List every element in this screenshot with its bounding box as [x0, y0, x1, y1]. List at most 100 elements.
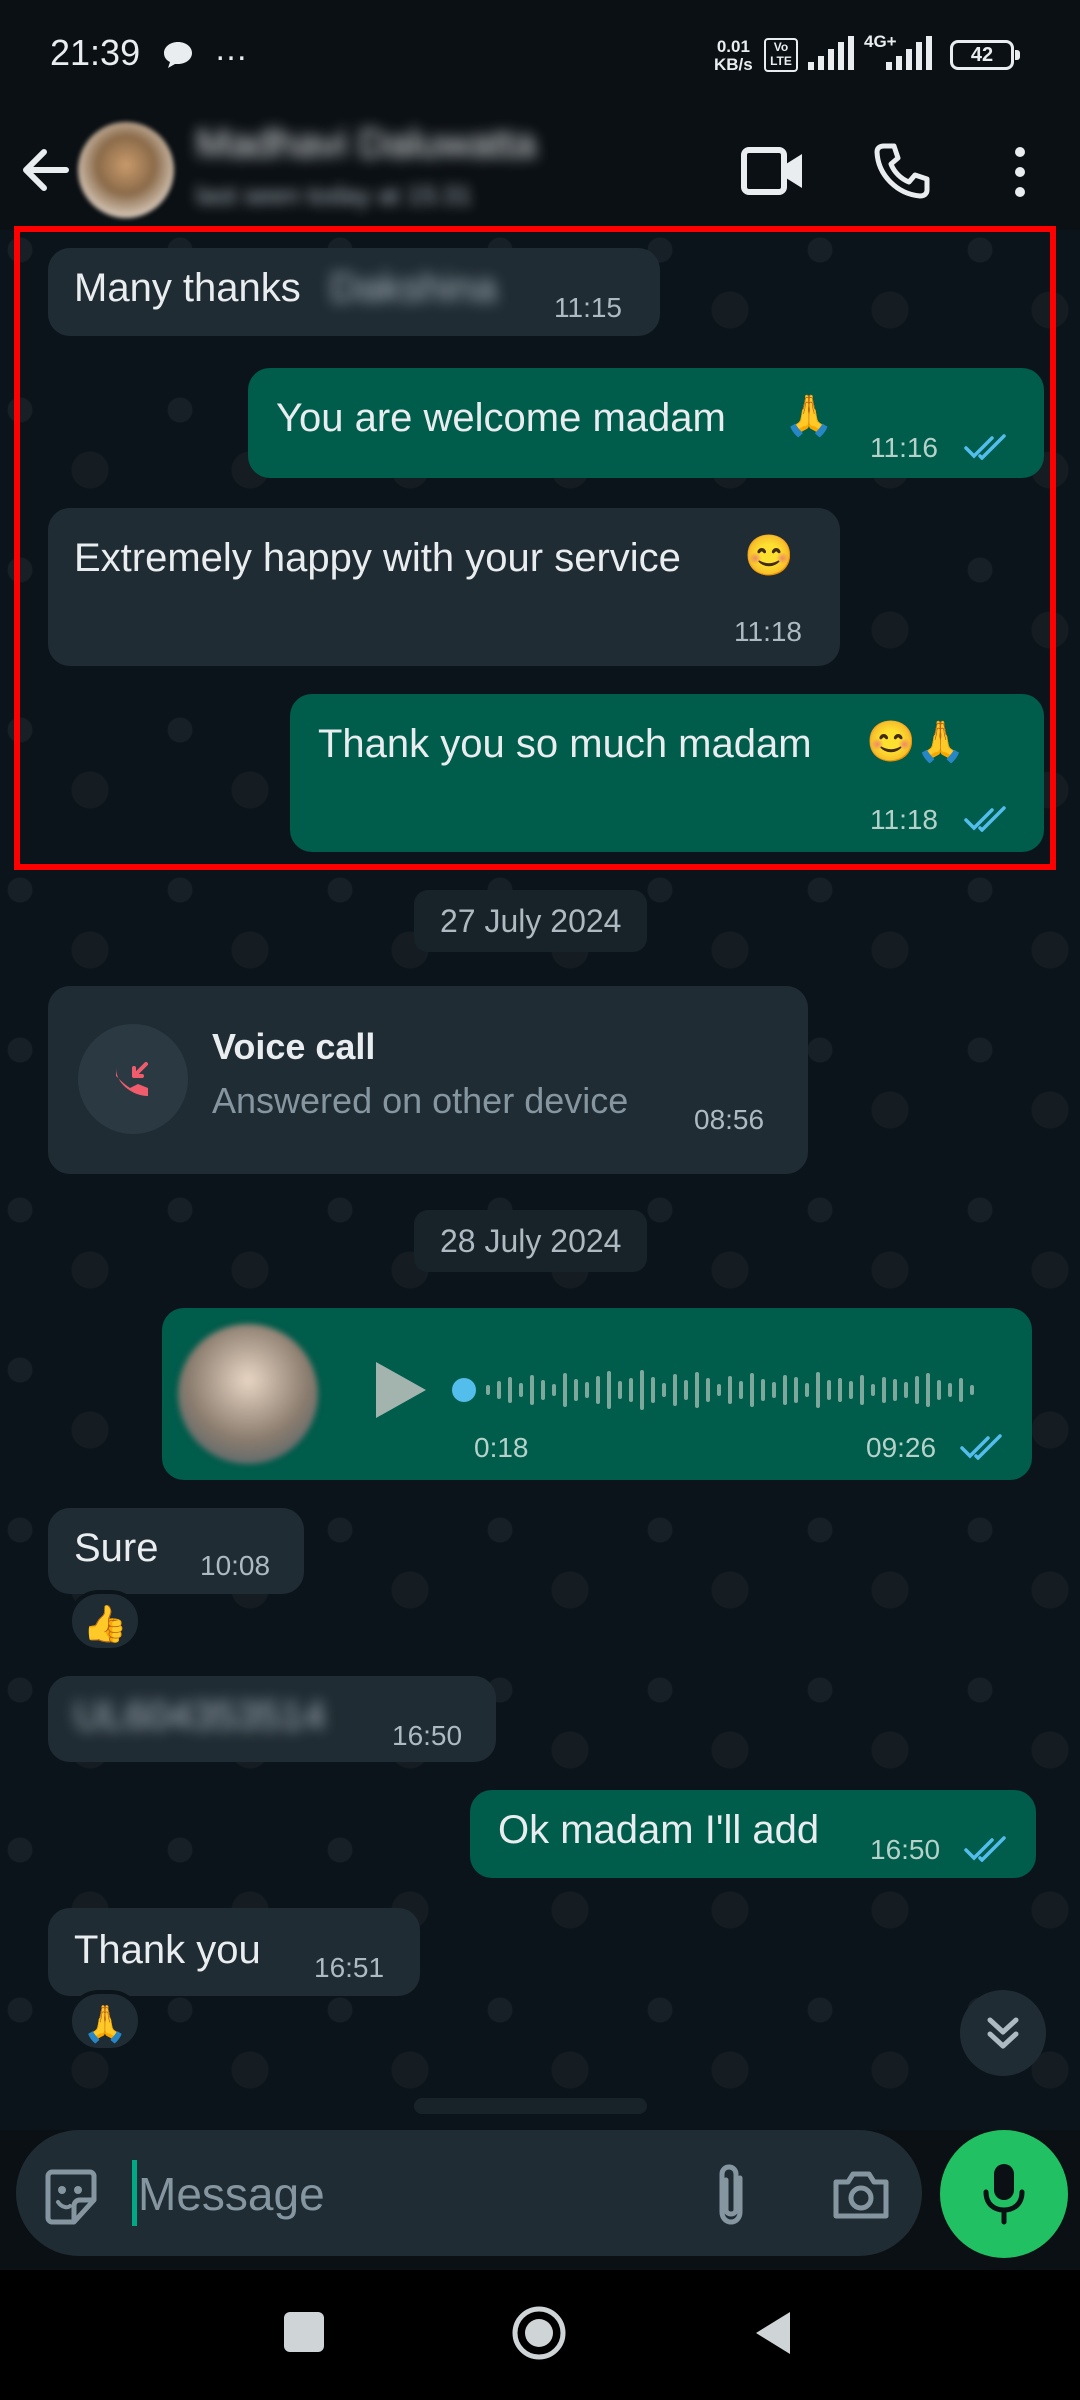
waveform-bar	[596, 1376, 600, 1404]
highlight-box	[14, 226, 1056, 870]
waveform-bar	[563, 1373, 567, 1407]
waveform-bar	[761, 1379, 765, 1401]
reaction-thumbs-up[interactable]: 👍	[68, 1590, 142, 1652]
waveform-bar	[948, 1383, 952, 1397]
voice-waveform[interactable]	[452, 1360, 992, 1420]
message-time: 16:50	[392, 1720, 463, 1751]
waveform-bar	[970, 1385, 974, 1395]
waveform-bar	[607, 1371, 611, 1409]
incoming-message[interactable]: Sure 10:08	[48, 1508, 304, 1594]
status-time: 21:39	[50, 32, 141, 73]
waveform-bar	[882, 1377, 886, 1403]
waveform-bar	[585, 1382, 589, 1398]
waveform-bar	[783, 1375, 787, 1405]
voice-record-button[interactable]	[940, 2130, 1068, 2258]
waveform-bar	[871, 1384, 875, 1396]
date-divider: 28 July 2024	[414, 1210, 648, 1272]
volte-icon: Vo LTE	[764, 38, 798, 72]
paperclip-icon[interactable]	[706, 2160, 756, 2232]
waveform-bar	[904, 1382, 908, 1398]
waveform-bar	[541, 1380, 545, 1400]
signal-strength-2-icon	[886, 36, 932, 70]
waveform-bar	[574, 1379, 578, 1401]
message-time: 10:08	[200, 1550, 271, 1581]
sticker-icon[interactable]	[40, 2166, 102, 2228]
incoming-message[interactable]: UL604353514 16:50	[48, 1676, 496, 1762]
waveform-bar	[937, 1380, 941, 1400]
message-time: 09:26	[866, 1432, 937, 1463]
waveform-bar	[486, 1385, 490, 1395]
waveform-bar	[651, 1377, 655, 1403]
incoming-message[interactable]: Thank you 16:51	[48, 1908, 420, 1996]
recents-button[interactable]	[284, 2312, 324, 2352]
contact-avatar[interactable]	[78, 122, 174, 218]
waveform-bar	[673, 1374, 677, 1406]
waveform-bar	[915, 1376, 919, 1404]
back-arrow-icon[interactable]	[18, 140, 72, 200]
missed-call-icon	[116, 1062, 148, 1096]
date-divider-partial: 29 July 2024	[414, 2098, 648, 2114]
waveform-bar	[794, 1377, 798, 1403]
microphone-icon	[983, 2164, 1025, 2225]
reaction-folded-hands[interactable]: 🙏	[68, 1990, 142, 2052]
voice-duration: 0:18	[474, 1432, 529, 1463]
chevron-double-down-icon	[987, 2017, 1019, 2049]
waveform-bar	[640, 1370, 644, 1410]
double-check-icon	[964, 1836, 1006, 1862]
back-button[interactable]	[752, 2308, 794, 2358]
message-text: Ok madam I'll add	[498, 1808, 820, 1852]
signal-strength-icon	[808, 36, 854, 70]
waveform-bar	[838, 1378, 842, 1402]
phone-icon[interactable]	[872, 140, 932, 202]
waveform-bar	[827, 1380, 831, 1400]
waveform-bar	[717, 1384, 721, 1396]
waveform-bar	[816, 1372, 820, 1408]
home-button[interactable]	[510, 2304, 568, 2362]
waveform-bar	[519, 1383, 523, 1397]
waveform-bar	[805, 1383, 809, 1397]
waveform-bar	[739, 1381, 743, 1399]
last-seen-status: last seen today at 15:31	[196, 180, 473, 210]
scroll-to-bottom-button[interactable]	[960, 1990, 1046, 2076]
message-text: Thank you	[74, 1928, 261, 1972]
message-time: 16:51	[314, 1952, 385, 1983]
waveform-bar	[530, 1375, 534, 1405]
voice-note-avatar	[178, 1324, 318, 1464]
network-speed-unit: KB/s	[714, 55, 753, 74]
video-call-icon[interactable]	[740, 140, 806, 202]
more-vert-icon[interactable]	[1000, 140, 1040, 204]
waveform-bar	[728, 1376, 732, 1404]
message-time: 16:50	[870, 1834, 941, 1865]
waveform-bar	[849, 1381, 853, 1399]
camera-icon[interactable]	[830, 2166, 892, 2224]
waveform-bar	[750, 1373, 754, 1407]
message-time: 08:56	[694, 1104, 765, 1135]
waveform-bar	[706, 1378, 710, 1402]
waveform-bar	[629, 1378, 633, 1402]
redacted-tracking-number: UL604353514	[74, 1694, 326, 1738]
missed-call-icon-bg	[78, 1024, 188, 1134]
call-title: Voice call	[212, 1026, 376, 1067]
waveform-bar	[552, 1384, 556, 1396]
waveform-bar	[618, 1381, 622, 1399]
voice-note-message[interactable]: 0:18 09:26	[162, 1308, 1032, 1480]
voice-call-message[interactable]: Voice call Answered on other device 08:5…	[48, 986, 808, 1174]
play-icon[interactable]	[370, 1358, 430, 1422]
waveform-bar	[772, 1382, 776, 1398]
message-text: Sure	[74, 1526, 159, 1570]
waveform-bar	[684, 1380, 688, 1400]
waveform-bar	[508, 1377, 512, 1403]
message-input[interactable]	[136, 2158, 680, 2230]
call-subtitle: Answered on other device	[212, 1080, 629, 1121]
double-check-icon	[960, 1434, 1002, 1460]
playback-position[interactable]	[452, 1378, 476, 1402]
network-speed-value: 0.01	[716, 37, 750, 56]
chat-notification-icon	[164, 42, 192, 68]
contact-name[interactable]: Madhavi Daluwatta	[196, 122, 536, 167]
waveform-bar	[926, 1373, 930, 1407]
waveform-bar	[662, 1383, 666, 1397]
waveform-bar	[893, 1379, 897, 1401]
waveform-bar	[497, 1381, 501, 1399]
outgoing-message[interactable]: Ok madam I'll add 16:50	[470, 1790, 1036, 1878]
date-divider: 27 July 2024	[414, 890, 648, 952]
